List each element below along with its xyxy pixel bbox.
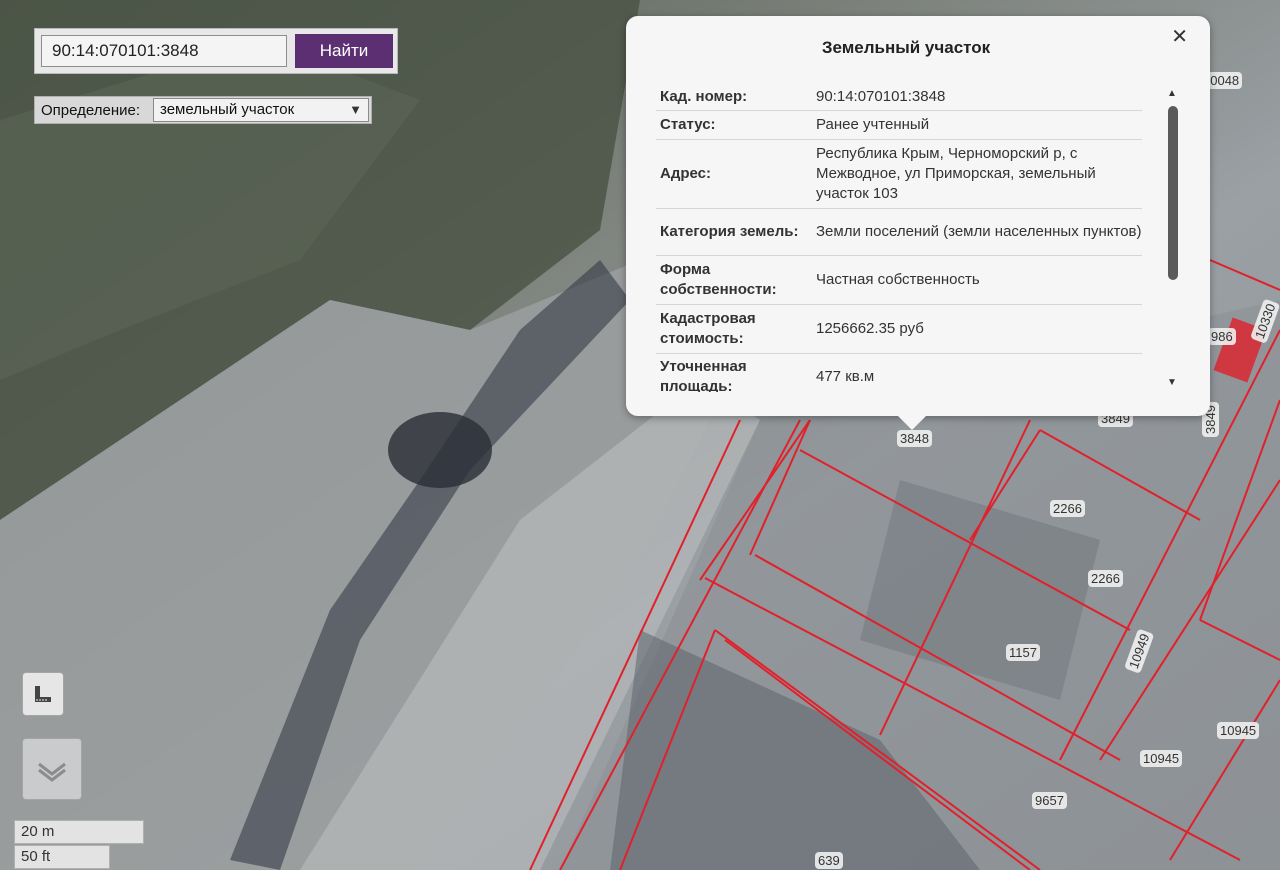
close-icon[interactable]: ✕: [1171, 24, 1188, 49]
scale-imperial: 50 ft: [14, 845, 110, 869]
info-key: Статус:: [660, 116, 716, 133]
info-key: Кадастровая стоимость:: [660, 310, 756, 347]
parcel-number-label[interactable]: 1157: [1006, 644, 1040, 661]
info-key: Кад. номер:: [660, 88, 748, 105]
parcel-number-label[interactable]: 2266: [1088, 570, 1123, 587]
scroll-up-icon[interactable]: ▲: [1167, 88, 1177, 99]
info-key: Форма собственности:: [660, 261, 777, 298]
info-value: 1256662.35 руб: [816, 320, 924, 337]
parcel-number-label[interactable]: 3848: [897, 430, 932, 447]
info-key: Уточненная площадь:: [660, 358, 747, 392]
info-value: Земли поселений (земли населенных пункто…: [816, 223, 1142, 240]
definition-label: Определение:: [41, 102, 141, 119]
parcel-number-label[interactable]: 639: [815, 852, 843, 869]
info-row-cadastral-value: Кадастровая стоимость: 1256662.35 руб: [656, 305, 1142, 354]
definition-row: Определение: земельный участок ▼: [34, 96, 372, 124]
info-row-status: Статус: Ранее учтенный: [656, 111, 1142, 140]
scroll-thumb[interactable]: [1168, 106, 1178, 280]
info-value: Ранее учтенный: [816, 116, 930, 133]
parcel-number-label[interactable]: 10945: [1140, 750, 1183, 767]
parcel-number-label[interactable]: 986: [1208, 328, 1236, 345]
parcel-number-label[interactable]: 9657: [1032, 792, 1067, 809]
definition-selected-value: земельный участок: [160, 101, 295, 118]
info-value: Республика Крым, Черноморский р, с Межво…: [816, 145, 1096, 202]
popup-scrollbar[interactable]: ▲ ▼: [1166, 88, 1180, 388]
info-value: Частная собственность: [816, 271, 980, 288]
layers-icon: [38, 762, 66, 782]
scale-metric: 20 m: [14, 820, 144, 844]
info-row-area: Уточненная площадь: 477 кв.м: [656, 354, 1142, 392]
parcel-number-label[interactable]: 10945: [1217, 722, 1260, 739]
popup-title: Земельный участок: [821, 38, 991, 57]
info-key: Адрес:: [660, 165, 711, 182]
search-button[interactable]: Найти: [295, 34, 393, 68]
info-value: 90:14:070101:3848: [816, 88, 946, 105]
cadastral-search-input[interactable]: [41, 35, 287, 67]
info-row-land-category: Категория земель: Земли поселений (земли…: [656, 209, 1142, 256]
info-row-ownership-form: Форма собственности: Частная собственнос…: [656, 256, 1142, 305]
definition-select[interactable]: земельный участок ▼: [153, 98, 369, 122]
layers-button[interactable]: [22, 738, 82, 800]
info-value: 477 кв.м: [816, 368, 875, 385]
popup-pointer: [898, 416, 926, 430]
chevron-down-icon: ▼: [349, 102, 362, 117]
parcel-number-label[interactable]: 2266: [1050, 500, 1085, 517]
info-row-address: Адрес: Республика Крым, Черноморский р, …: [656, 140, 1142, 209]
search-panel: Найти: [34, 28, 398, 74]
measure-button[interactable]: [22, 672, 64, 716]
info-key: Категория земель:: [660, 223, 799, 240]
ruler-icon: [35, 686, 51, 702]
parcel-info-table: Кад. номер: 90:14:070101:3848 Статус: Ра…: [656, 84, 1142, 392]
scroll-down-icon[interactable]: ▼: [1167, 377, 1177, 388]
info-row-cadastral-number: Кад. номер: 90:14:070101:3848: [656, 84, 1142, 111]
parcel-info-popup: Земельный участок ✕ Кад. номер: 90:14:07…: [626, 16, 1210, 430]
